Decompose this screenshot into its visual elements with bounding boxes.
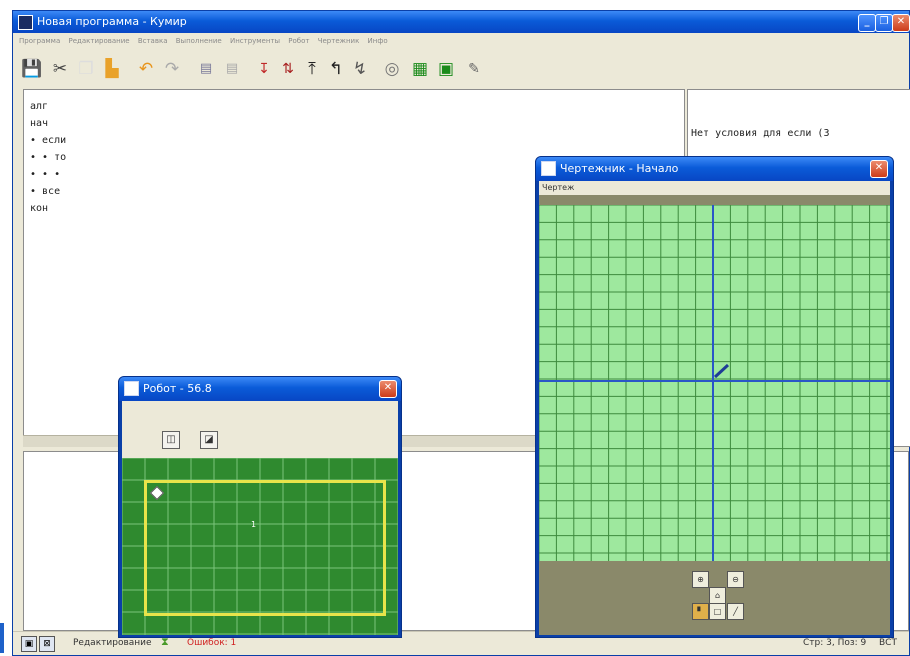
robot-close-button[interactable]: ✕ <box>379 380 397 398</box>
robot-wall-border <box>144 480 386 616</box>
code-line: • • • <box>30 169 61 180</box>
pen-icon[interactable]: ╱ <box>727 603 744 620</box>
app-icon <box>18 15 33 30</box>
indent-icon[interactable]: ▤ <box>195 58 217 80</box>
save-icon[interactable]: 💾 <box>21 58 43 80</box>
grid-icon[interactable]: □ <box>709 603 726 620</box>
step-out-icon[interactable]: ⤒ <box>301 58 323 80</box>
close-button[interactable]: ✕ <box>892 14 910 32</box>
robot-cell-label: 1 <box>251 520 257 529</box>
robot-titlebar[interactable]: Робот - 56.8 ✕ <box>119 377 401 401</box>
toolbar: 💾 ✂ ❐ ▙ ↶ ↷ ▤ ▤ ↧ ⇅ ⤒ ↰ ↯ ◎ ▦ ▣ ✎ <box>13 49 909 89</box>
robot-title: Робот - 56.8 <box>143 382 212 395</box>
drawer-canvas[interactable] <box>539 205 890 571</box>
maximize-button[interactable]: ❐ <box>875 14 893 32</box>
robot-save-icon[interactable]: ◪ <box>200 431 218 449</box>
run-icon[interactable]: ↰ <box>325 58 347 80</box>
left-accent-bar <box>0 623 4 653</box>
step-over-icon[interactable]: ⇅ <box>277 58 299 80</box>
step-icon[interactable]: ↯ <box>349 58 371 80</box>
drawer-close-button[interactable]: ✕ <box>870 160 888 178</box>
menu-robot[interactable]: Робот <box>288 37 309 45</box>
robot-toolbar: ◫ ◪ <box>122 401 398 458</box>
pencil-icon[interactable]: ✎ <box>463 58 485 80</box>
code-line: • все <box>30 186 61 197</box>
mode-label: Редактирование <box>73 638 152 648</box>
menu-info[interactable]: Инфо <box>368 37 388 45</box>
drawer-menu-drawing[interactable]: Чертеж <box>542 183 574 192</box>
drawer-title: Чертежник - Начало <box>560 162 679 175</box>
code-line: кон <box>30 203 49 214</box>
drawer-icon[interactable]: ▣ <box>435 58 457 80</box>
minimize-button[interactable]: _ <box>858 14 876 32</box>
code-line: • • то <box>30 152 67 163</box>
error-message: Нет условия для если (3 <box>691 128 830 139</box>
cursor-position: Стр: 3, Поз: 9 <box>803 638 867 648</box>
robot-open-icon[interactable]: ◫ <box>162 431 180 449</box>
robot-window-icon <box>124 381 139 396</box>
drawer-window: Чертежник - Начало ✕ Чертеж ⊕ ⊖ ⌂ ▘ □ ╱ <box>535 156 894 638</box>
drawer-grid <box>539 205 890 565</box>
drawer-menu-bar: Чертеж <box>539 181 890 195</box>
paste-icon[interactable]: ▙ <box>101 58 123 80</box>
code-line: • если <box>30 135 67 146</box>
cut-icon[interactable]: ✂ <box>49 58 71 80</box>
menu-edit[interactable]: Редактирование <box>69 37 130 45</box>
copy-icon[interactable]: ❐ <box>75 58 97 80</box>
undo-icon[interactable]: ↶ <box>135 58 157 80</box>
code-line: нач <box>30 118 49 129</box>
pen-color-icon[interactable]: ▘ <box>692 603 709 620</box>
errors-count: Ошибок: 1 <box>187 638 237 648</box>
step-into-icon[interactable]: ↧ <box>253 58 275 80</box>
close-status-icon[interactable]: ⊠ <box>39 636 55 652</box>
main-title: Новая программа - Кумир <box>37 15 187 28</box>
robot-field[interactable]: 1 <box>122 458 398 635</box>
drawer-titlebar[interactable]: Чертежник - Начало ✕ <box>536 157 893 181</box>
menu-bar: Программа Редактирование Вставка Выполне… <box>13 33 909 49</box>
redo-icon[interactable]: ↷ <box>161 58 183 80</box>
robot-body: ◫ ◪ 1 <box>122 401 398 635</box>
home-icon[interactable]: ⌂ <box>709 587 726 604</box>
drawer-toolbar: ⊕ ⊖ ⌂ ▘ □ ╱ <box>539 561 890 635</box>
robot-grid-icon[interactable]: ▦ <box>409 58 431 80</box>
unindent-icon[interactable]: ▤ <box>221 58 243 80</box>
code-line: алг <box>30 101 49 112</box>
menu-tools[interactable]: Инструменты <box>230 37 280 45</box>
menu-run[interactable]: Выполнение <box>176 37 222 45</box>
main-titlebar[interactable]: Новая программа - Кумир _ ❐ ✕ <box>13 11 910 33</box>
drawer-body: Чертеж ⊕ ⊖ ⌂ ▘ □ ╱ <box>539 181 890 635</box>
save-status-icon[interactable]: ▣ <box>21 636 37 652</box>
drawer-window-icon <box>541 161 556 176</box>
drawer-canvas-frame <box>539 195 890 571</box>
zoom-in-icon[interactable]: ⊕ <box>692 571 709 588</box>
stop-icon[interactable]: ◎ <box>381 58 403 80</box>
drawer-pen-segment <box>713 363 730 379</box>
menu-drawer[interactable]: Чертежник <box>318 37 360 45</box>
code-lines: алг нач • если • • то • • • • все кон <box>30 98 66 217</box>
menu-insert[interactable]: Вставка <box>138 37 168 45</box>
menu-program[interactable]: Программа <box>19 37 60 45</box>
zoom-out-icon[interactable]: ⊖ <box>727 571 744 588</box>
robot-window: Робот - 56.8 ✕ ◫ ◪ 1 <box>118 376 402 638</box>
insert-mode: ВСТ <box>879 638 897 648</box>
